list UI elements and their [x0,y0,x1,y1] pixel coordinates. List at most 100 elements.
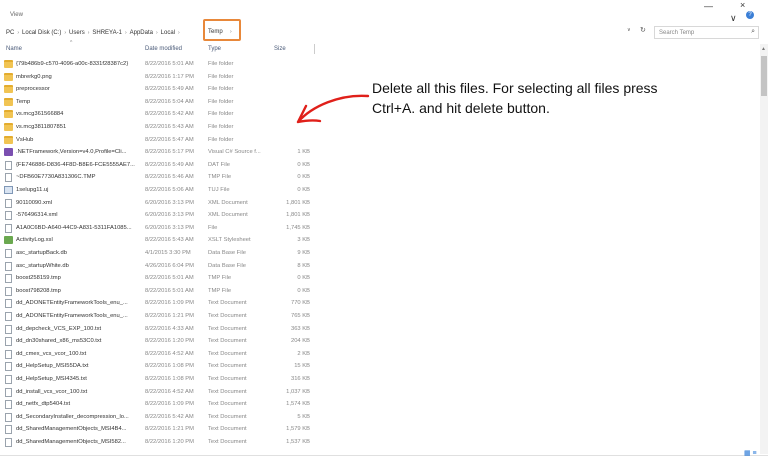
file-row[interactable]: 1selupg11.uj 8/22/2016 5:06 AM TUJ File 0 K… [0,184,330,197]
file-type: XML Document [208,212,248,219]
file-date: 8/22/2016 1:21 PM [145,313,194,319]
file-size: 765 KB [290,313,310,319]
file-type: XSLT Stylesheet [208,237,251,244]
file-row[interactable]: A1A0C6BD-A640-44C9-A831-5311FA1085... 6/2… [0,222,330,235]
minimize-icon[interactable]: — [704,1,713,11]
file-date: 8/22/2016 5:46 AM [145,174,194,181]
sort-arrow-icon: ^ [70,40,73,46]
ribbon: View — × ∨ ? [0,0,768,24]
file-row[interactable]: {FE746886-D836-4F8D-B8E6-FCE5555AE7... 8/… [0,159,330,172]
file-type: Text Document [208,350,247,357]
file-size: 0 KB [297,161,310,168]
breadcrumb-item[interactable]: Local Disk (C:) [20,30,63,36]
file-row[interactable]: dd_SharedManagementObjects_MSI4B4... 8/22… [0,423,330,436]
vertical-scrollbar[interactable]: ▲ [760,44,768,454]
file-row[interactable]: .NETFramework,Version=v4.0,Profile=Cli..… [0,146,330,159]
file-name: asc_startupWhite.db [16,262,69,269]
column-header-date[interactable]: Date modified [145,46,182,56]
file-row[interactable]: 90110090.xml 6/20/2016 3:13 PM XML Documen… [0,197,330,210]
scroll-up-icon[interactable]: ▲ [761,46,766,52]
search-icon[interactable]: ⌕ [751,28,755,36]
file-type: Text Document [208,401,247,408]
file-row[interactable]: mbrerkg0.png 8/22/2016 1:17 PM File folder [0,71,330,84]
address-bar[interactable]: PC › Local Disk (C:) › Users › SHREYA-1 › Ap… [0,19,768,41]
breadcrumb-item[interactable]: Local [159,30,177,36]
column-header-type[interactable]: Type [208,46,221,56]
column-header-size[interactable]: Size [274,46,286,56]
file-row[interactable]: dd_HelpSetup_MSI55DA.txt 8/22/2016 1:08 P… [0,360,330,373]
file-row[interactable]: dd_netfx_dtp5404.txt 8/22/2016 1:09 PM Tex… [0,398,330,411]
view-mode-icon[interactable]: ▦ ≡ [744,449,757,457]
file-row[interactable]: dd_depcheck_VCS_EXP_100.txt 8/22/2016 4:3… [0,323,330,336]
breadcrumb-item[interactable]: PC [4,30,16,36]
file-row[interactable]: dd_install_vcs_vcor_100.txt 8/22/2016 4:5… [0,386,330,399]
chevron-down-icon[interactable]: ∨ [730,13,737,24]
file-type: File [208,224,218,231]
file-size: 5 KB [297,413,310,420]
file-name: dd_netfx_dtp5404.txt [16,401,71,408]
close-icon[interactable]: × [740,0,745,10]
file-row[interactable]: preprocessor 8/22/2016 5:49 AM File folder [0,83,330,96]
file-icon [5,387,12,397]
file-name: dd_ADONETEntityFrameworkTools_enu_... [16,300,128,307]
file-date: 6/20/2016 3:13 PM [145,199,194,206]
file-row[interactable]: Temp 8/22/2016 5:04 AM File folder [0,96,330,109]
file-row[interactable]: asc_startupWhite.db 4/26/2016 6:04 PM Data… [0,260,330,273]
file-size: 316 KB [290,376,310,382]
file-row[interactable]: ~DFB60E7730A831306C.TMP 8/22/2016 5:46 AM… [0,171,330,184]
file-row[interactable]: dd_SecondaryInstaller_decompression_lo..… [0,411,330,424]
file-size: 1,537 KB [286,439,310,445]
file-type: Text Document [208,388,247,395]
file-date: 6/20/2016 3:13 PM [145,224,194,231]
file-row[interactable]: dd_dn30shared_x86_ms53C0.txt 8/22/2016 1:… [0,335,330,348]
breadcrumb-item[interactable]: SHREYA-1 [90,30,124,36]
column-divider[interactable] [314,44,315,54]
folder-icon [4,97,13,106]
file-size: 9 KB [297,250,310,256]
file-type: Text Document [208,363,247,370]
file-row[interactable]: -576496314.xml 6/20/2016 3:13 PM XML Docum… [0,209,330,222]
column-header-name[interactable]: Name [6,46,22,56]
file-row[interactable]: VsHub 8/22/2016 5:47 AM File folder [0,134,330,147]
file-row[interactable]: dd_ADONETEntityFrameworkTools_enu_... 8/2… [0,310,330,323]
file-type: Text Document [208,300,247,307]
help-icon[interactable]: ? [746,11,754,19]
breadcrumb-item[interactable]: Users [67,30,87,36]
file-type: Text Document [208,413,247,420]
dropdown-chevron-icon[interactable]: ∨ [627,27,631,33]
file-date: 8/22/2016 1:21 PM [145,426,194,433]
file-row[interactable]: asc_startupBack.db 4/1/2015 3:30 PM Data B… [0,247,330,260]
file-date: 8/22/2016 1:17 PM [145,73,194,80]
folder-icon [4,60,13,68]
file-row[interactable]: vs.mcg361566884 8/22/2016 5:42 AM File fol… [0,108,330,121]
scrollbar-thumb[interactable] [761,56,767,96]
breadcrumb: PC › Local Disk (C:) › Users › SHREYA-1 › Ap… [4,26,181,39]
file-row[interactable]: dd_ADONETEntityFrameworkTools_enu_... 8/2… [0,297,330,310]
file-icon [5,349,12,359]
file-size: 770 KB [290,300,310,307]
file-row[interactable]: ActivityLog.xsl 8/22/2016 5:43 AM XSLT Sty… [0,234,330,247]
refresh-icon[interactable]: ↻ [640,26,646,34]
file-size: 2 KB [297,350,310,357]
file-row[interactable]: dd_cmex_vcs_vcor_100.txt 8/22/2016 4:52 A… [0,348,330,361]
file-type: TMP File [208,287,232,294]
search-input[interactable]: Search Temp ⌕ [654,26,759,39]
view-tab[interactable]: View [10,12,23,18]
file-type: Text Document [208,325,247,332]
file-name: dd_SharedManagementObjects_MSI4B4... [16,426,127,433]
file-type: File folder [208,98,234,105]
breadcrumb-item[interactable]: AppData [128,30,155,36]
breadcrumb-current[interactable]: Temp [208,29,223,35]
file-icon [5,375,12,384]
file-row[interactable]: {79b486b9-c570-4096-a00c-8331f28387c2} 8/… [0,58,330,71]
file-row[interactable]: vs.mcg3811807851 8/22/2016 5:43 AM File fo… [0,121,330,134]
file-row[interactable]: boost258159.tmp 8/22/2016 5:01 AM TMP File… [0,272,330,285]
file-date: 4/1/2015 3:30 PM [145,250,191,256]
file-row[interactable]: boost798208.tmp 8/22/2016 5:01 AM TMP File… [0,285,330,298]
file-type: TMP File [208,174,232,181]
file-row[interactable]: dd_HelpSetup_MSI4345.txt 8/22/2016 1:08 P… [0,373,330,386]
file-name: Temp [16,98,31,105]
file-row[interactable]: dd_SharedManagementObjects_MSI582... 8/22… [0,436,330,449]
file-type: File folder [208,73,234,80]
chevron-right-icon: › [230,29,232,35]
